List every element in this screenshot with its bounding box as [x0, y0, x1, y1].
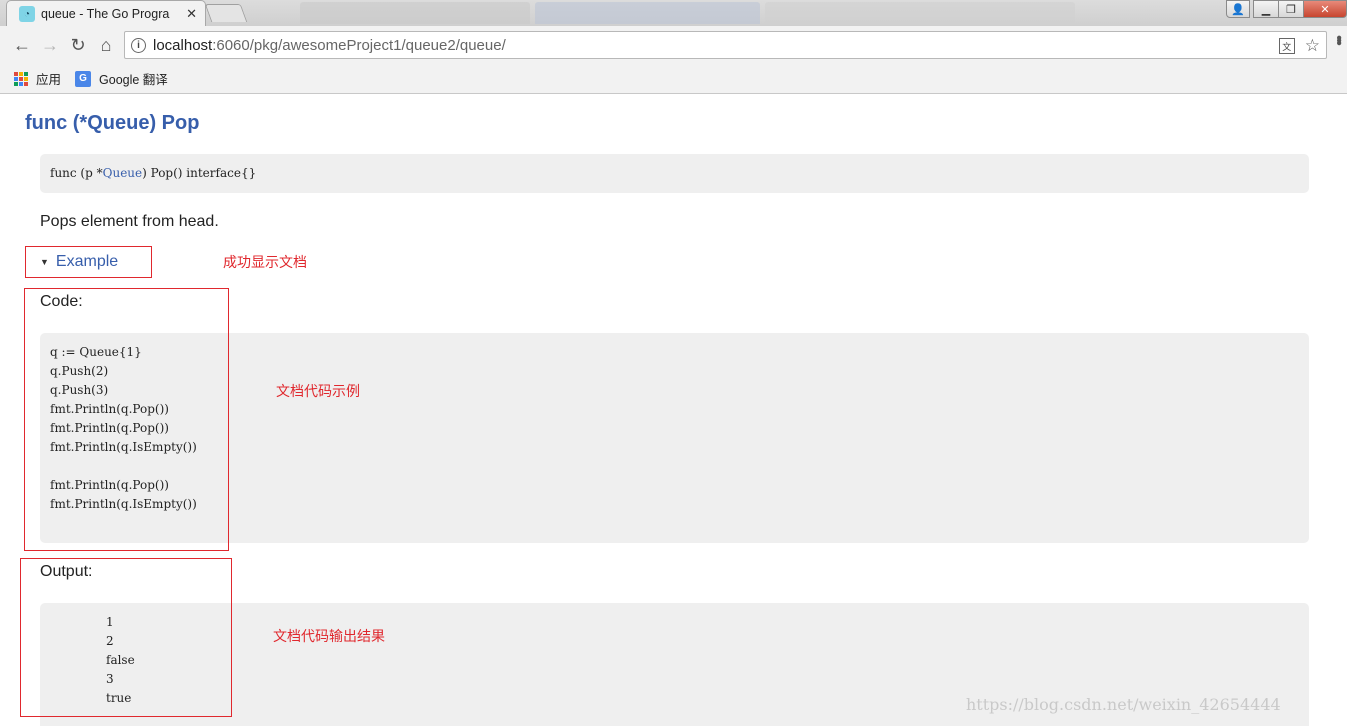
apps-grid-icon [14, 71, 28, 86]
translate-icon[interactable]: 文 [1278, 38, 1295, 54]
example-toggle[interactable]: ▼ Example [40, 253, 118, 271]
output-line: false [106, 653, 135, 667]
info-icon[interactable]: i [131, 37, 146, 53]
bookmarks-bar: 应用 G Google 翻译 [0, 64, 1347, 94]
tab-close-icon[interactable]: ✕ [186, 6, 197, 22]
code-line: fmt.Println(q.Pop()) [50, 478, 169, 492]
address-bar[interactable]: i localhost:6060/pkg/awesomeProject1/que… [124, 31, 1327, 59]
output-annotation: 文档代码输出结果 [273, 629, 385, 645]
close-window-button[interactable]: ✕ [1303, 0, 1347, 18]
home-icon[interactable]: ⌂ [94, 34, 118, 56]
gopher-favicon-icon: ◔ [19, 6, 35, 22]
active-tab[interactable]: ◔ queue - The Go Progra ✕ [6, 0, 206, 27]
signature-text: func (p * [50, 166, 103, 180]
window-controls: 👤 ▁ ❐ ✕ [1226, 0, 1347, 20]
bookmark-label: 应用 [36, 73, 62, 87]
code-line: q := Queue{1} [50, 345, 142, 359]
bookmark-apps[interactable]: 应用 [14, 69, 61, 88]
code-line: fmt.Println(q.Pop()) [50, 402, 169, 416]
minimize-button[interactable]: ▁ [1253, 0, 1279, 18]
code-line: q.Push(2) [50, 364, 109, 378]
queue-type-link[interactable]: Queue [103, 166, 143, 180]
bookmark-label: Google 翻译 [99, 73, 168, 87]
reload-icon[interactable]: ↻ [66, 34, 90, 56]
google-translate-icon: G [75, 70, 92, 87]
output-label: Output: [40, 563, 93, 580]
code-block: q := Queue{1} q.Push(2) q.Push(3) fmt.Pr… [40, 333, 1309, 543]
triangle-down-icon: ▼ [40, 257, 49, 267]
background-tab[interactable] [765, 2, 1075, 24]
url-host: localhost [153, 36, 213, 54]
bookmark-google-translate[interactable]: G Google 翻译 [75, 69, 168, 88]
new-tab-button[interactable] [204, 4, 248, 22]
browser-toolbar: ← → ↻ ⌂ i localhost:6060/pkg/awesomeProj… [0, 26, 1347, 64]
tab-strip: ◔ queue - The Go Progra ✕ 👤 ▁ ❐ ✕ [0, 0, 1347, 27]
background-tab[interactable] [300, 2, 530, 24]
tab-title: queue - The Go Progra [41, 7, 170, 21]
signature-text: ) Pop() interface{} [142, 166, 257, 180]
watermark: https://blog.csdn.net/weixin_42654444 [966, 695, 1281, 714]
page-content: func (*Queue) Pop func (p *Queue) Pop() … [0, 95, 1347, 726]
url-path: :6060/pkg/awesomeProject1/queue2/queue/ [212, 36, 506, 54]
forward-arrow-icon[interactable]: → [38, 34, 62, 56]
code-line: fmt.Println(q.Pop()) [50, 421, 169, 435]
maximize-button[interactable]: ❐ [1278, 0, 1304, 18]
back-arrow-icon[interactable]: ← [10, 34, 34, 56]
menu-icon[interactable]: ••• [1330, 35, 1347, 43]
func-description: Pops element from head. [40, 213, 219, 230]
func-heading[interactable]: func (*Queue) Pop [25, 112, 199, 135]
code-line: fmt.Println(q.IsEmpty()) [50, 440, 197, 454]
bookmark-star-icon[interactable]: ☆ [1305, 36, 1320, 56]
background-tab[interactable] [535, 2, 760, 24]
output-line: 3 [106, 672, 114, 686]
example-label: Example [55, 253, 119, 270]
user-profile-icon[interactable]: 👤 [1226, 0, 1250, 18]
example-annotation: 成功显示文档 [223, 255, 307, 271]
func-signature: func (p *Queue) Pop() interface{} [40, 154, 1309, 193]
code-annotation: 文档代码示例 [276, 384, 360, 400]
code-line: fmt.Println(q.IsEmpty()) [50, 497, 197, 511]
code-label: Code: [40, 293, 83, 310]
code-line: q.Push(3) [50, 383, 109, 397]
